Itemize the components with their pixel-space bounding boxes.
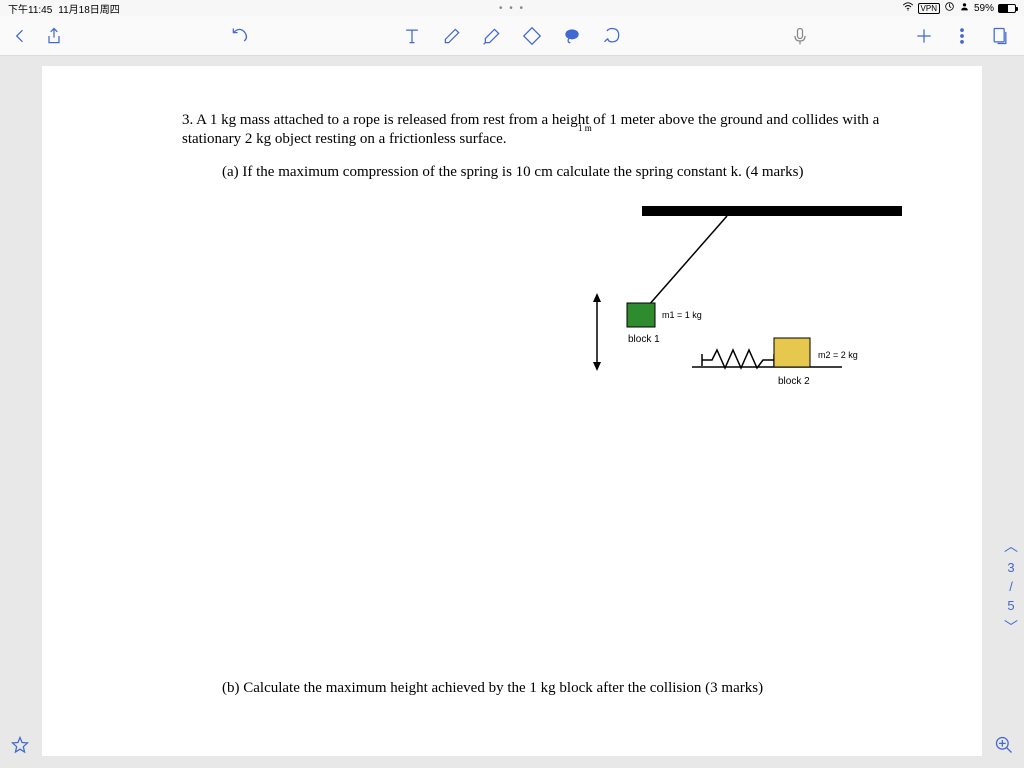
status-right: VPN 59%: [902, 1, 1016, 16]
more-button[interactable]: [952, 26, 972, 46]
one-meter-annotation: 1 m: [578, 123, 592, 133]
wifi-icon: [902, 1, 914, 16]
status-time: 下午11:45: [8, 1, 52, 16]
question-main-text: 3. A 1 kg mass attached to a rope is rel…: [182, 111, 912, 149]
pager-total: 5: [1007, 598, 1014, 613]
vpn-badge: VPN: [918, 3, 940, 14]
question-part-a: (a) If the maximum compression of the sp…: [222, 164, 804, 181]
status-bar: 下午11:45 11月18日周四 • • • VPN 59%: [0, 0, 1024, 16]
content-area: 3. A 1 kg mass attached to a rope is rel…: [0, 56, 1024, 768]
pages-button[interactable]: [990, 26, 1010, 46]
question-part-b: (b) Calculate the maximum height achieve…: [222, 680, 763, 697]
pager-current: 3: [1007, 560, 1014, 575]
lasso-tool-button[interactable]: [562, 26, 582, 46]
status-left: 下午11:45 11月18日周四: [8, 1, 120, 16]
status-center-dots: • • •: [499, 3, 525, 14]
physics-diagram: m1 = 1 kg block 1 m2 = 2 kg block 2: [542, 196, 912, 396]
share-button[interactable]: [44, 26, 64, 46]
undo-button[interactable]: [230, 26, 250, 46]
document-page: 3. A 1 kg mass attached to a rope is rel…: [42, 66, 982, 756]
favorite-button[interactable]: [10, 735, 30, 760]
user-icon: [959, 1, 970, 15]
zoom-in-button[interactable]: [994, 735, 1014, 760]
eraser-tool-button[interactable]: [522, 26, 542, 46]
add-button[interactable]: [914, 26, 934, 46]
sync-icon: [944, 1, 955, 15]
pen-tool-button[interactable]: [442, 26, 462, 46]
text-tool-button[interactable]: [402, 26, 422, 46]
m2-label: m2 = 2 kg: [818, 350, 858, 360]
battery-pct: 59%: [974, 3, 994, 14]
highlighter-tool-button[interactable]: [482, 26, 502, 46]
shapes-tool-button[interactable]: [602, 26, 622, 46]
chevron-up-icon[interactable]: ︿: [1004, 536, 1018, 556]
pager-sep: /: [1009, 579, 1013, 594]
mic-button[interactable]: [790, 26, 810, 46]
battery-icon: [998, 4, 1016, 13]
toolbar: [0, 16, 1024, 56]
chevron-down-icon[interactable]: ﹀: [1004, 617, 1018, 637]
status-date: 11月18日周四: [58, 1, 120, 16]
back-button[interactable]: [10, 26, 30, 46]
block2-label: block 2: [778, 376, 810, 387]
m1-label: m1 = 1 kg: [662, 310, 702, 320]
block1-label: block 1: [628, 334, 660, 345]
page-indicator[interactable]: ︿ 3 / 5 ﹀: [1004, 536, 1018, 637]
